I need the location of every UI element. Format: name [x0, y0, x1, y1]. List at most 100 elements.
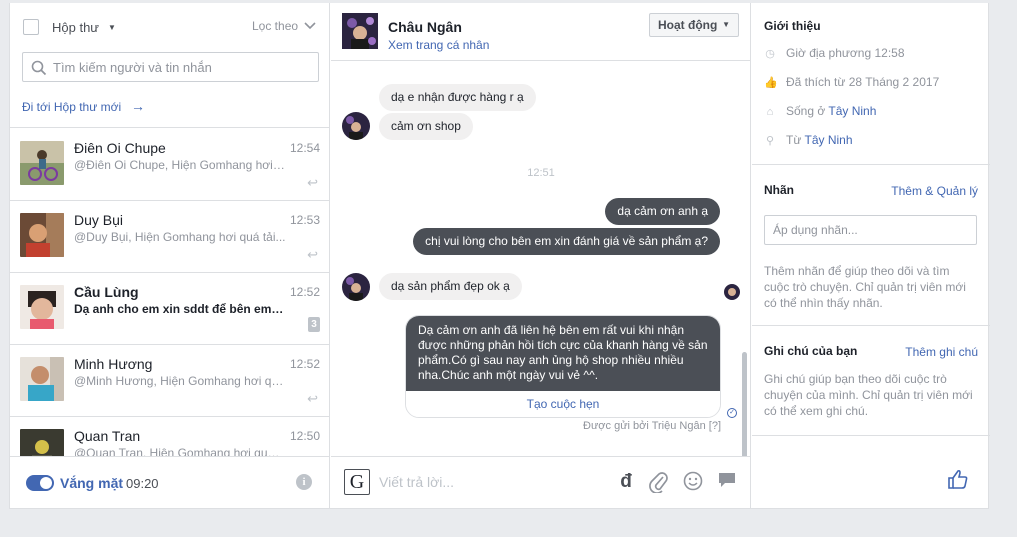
notes-description: Ghi chú giúp bạn theo dõi cuộc trò chuyệ…: [764, 372, 973, 418]
local-time-row: ◷ Giờ địa phương 12:58: [764, 46, 905, 60]
add-note-link[interactable]: Thêm ghi chú: [905, 345, 978, 359]
avatar: [20, 285, 64, 329]
search-box[interactable]: [22, 52, 319, 82]
avatar: [20, 213, 64, 257]
manage-labels-link[interactable]: Thêm & Quản lý: [891, 184, 978, 198]
conversation-preview: @Quan Tran, Hiện Gomhang hơi quá tải...: [74, 446, 286, 456]
liked-since-text: Đã thích từ 28 Tháng 2 2017: [786, 75, 940, 89]
emoji-icon[interactable]: [682, 471, 704, 493]
inbox-dropdown-label[interactable]: Hộp thư: [52, 20, 99, 35]
view-profile-link[interactable]: Xem trang cá nhân: [388, 38, 489, 52]
inbox-window: Hộp thư ▼ Lọc theo Đi tới Hộp thư mới → …: [9, 3, 990, 509]
home-icon: ⌂: [766, 106, 774, 118]
contact-avatar[interactable]: [342, 13, 378, 49]
conversation-name: Minh Hương: [74, 356, 153, 372]
sender-avatar: [342, 112, 370, 140]
inbox-header: Hộp thư ▼ Lọc theo Đi tới Hộp thư mới →: [10, 3, 330, 128]
from-prefix: Từ: [786, 133, 802, 147]
info-icon[interactable]: i: [296, 474, 312, 490]
intro-section: Giới thiệu ◷ Giờ địa phương 12:58 👍 Đã thí…: [752, 3, 990, 165]
conversation-name: Duy Bụi: [74, 212, 124, 228]
activity-button-label: Hoạt động: [658, 18, 718, 32]
notes-title: Ghi chú của bạn: [764, 344, 858, 358]
lives-in-prefix: Sống ở: [786, 104, 826, 118]
labels-title: Nhãn: [764, 183, 794, 197]
search-icon: [31, 60, 47, 76]
conversation-item[interactable]: Điên Oi Chupe 12:54 @Điên Oi Chupe, Hiện…: [10, 129, 330, 201]
conversation-item[interactable]: Quan Tran 12:50 @Quan Tran, Hiện Gomhang…: [10, 417, 330, 456]
lives-in-row: ⌂ Sống ở Tây Ninh: [764, 104, 877, 118]
sent-by-help-link[interactable]: [?]: [709, 420, 721, 432]
away-time: 09:20: [126, 476, 159, 491]
contact-name: Châu Ngân: [388, 19, 462, 35]
conversation-time: 12:54: [289, 141, 320, 155]
from-row: ⚲ Từ Tây Ninh: [764, 133, 853, 147]
sent-by-text: Được gửi bởi Triệu Ngân: [583, 420, 706, 432]
grammarly-icon[interactable]: G: [344, 469, 370, 495]
read-receipt-avatar: [724, 284, 740, 300]
delivered-check-icon: ✓: [727, 408, 737, 418]
conversation-preview: @Minh Hương, Hiện Gomhang hơi quá tải...: [74, 374, 286, 388]
location-pin-icon: ⚲: [765, 135, 775, 147]
replied-icon: ↩: [307, 175, 318, 190]
goto-new-inbox-link[interactable]: Đi tới Hộp thư mới: [22, 100, 121, 114]
availability-bar: Vắng mặt 09:20 i: [10, 456, 330, 509]
reply-input[interactable]: [379, 474, 579, 490]
conversation-item[interactable]: Duy Bụi 12:53 @Duy Bụi, Hiện Gomhang hơi…: [10, 201, 330, 273]
avatar: [20, 429, 64, 456]
from-place-link[interactable]: Tây Ninh: [805, 133, 853, 147]
caret-down-icon[interactable]: ▼: [108, 23, 116, 32]
attachment-icon[interactable]: [648, 471, 670, 494]
conversation-name: Quan Tran: [74, 428, 141, 444]
arrow-right-icon[interactable]: →: [131, 98, 145, 114]
payment-icon[interactable]: đ: [615, 471, 637, 493]
conversation-time: 12:52: [289, 357, 320, 371]
sender-avatar: [342, 273, 370, 301]
saved-replies-icon[interactable]: [716, 471, 738, 493]
thread-scrollbar[interactable]: [742, 352, 747, 456]
liked-since-row: 👍 Đã thích từ 28 Tháng 2 2017: [764, 75, 939, 89]
conversation-time: 12:53: [289, 213, 320, 227]
replied-icon: ↩: [307, 247, 318, 262]
search-input[interactable]: [53, 58, 313, 76]
sent-by-label: Được gửi bởi Triệu Ngân [?]: [583, 420, 721, 432]
conversation-time: 12:52: [289, 285, 320, 299]
labels-section: Nhãn Thêm & Quản lý Thêm nhãn để giúp th…: [752, 165, 990, 326]
message-thread-panel: Châu Ngân Xem trang cá nhân Hoạt động ▼ d…: [331, 3, 751, 509]
conversation-item[interactable]: Cầu Lùng 12:52 Dạ anh cho em xin sddt để…: [10, 273, 330, 345]
message-timestamp: 12:51: [527, 167, 555, 179]
message-list: dạ e nhận được hàng r ạ cảm ơn shop 12:5…: [331, 62, 751, 456]
conversation-list: Điên Oi Chupe 12:54 @Điên Oi Chupe, Hiện…: [10, 129, 330, 456]
avatar: [20, 141, 64, 185]
conversation-name: Điên Oi Chupe: [74, 140, 166, 156]
message-composer: G đ: [331, 456, 751, 509]
local-time-text: Giờ địa phương 12:58: [786, 46, 905, 60]
conversation-item[interactable]: Minh Hương 12:52 @Minh Hương, Hiện Gomha…: [10, 345, 330, 417]
intro-title: Giới thiệu: [764, 19, 821, 33]
select-all-checkbox[interactable]: [23, 19, 39, 35]
apply-label-input[interactable]: [764, 215, 977, 245]
lives-in-place-link[interactable]: Tây Ninh: [828, 104, 876, 118]
outgoing-message: dạ cảm ơn anh ạ: [605, 198, 720, 225]
away-toggle[interactable]: [26, 475, 54, 491]
chevron-down-icon[interactable]: [303, 19, 317, 33]
incoming-message: dạ sản phẩm đẹp ok ạ: [379, 273, 522, 300]
filter-dropdown[interactable]: Lọc theo: [252, 19, 298, 33]
notes-section: Ghi chú của bạn Thêm ghi chú Ghi chú giú…: [752, 326, 990, 436]
clock-icon: ◷: [765, 48, 775, 60]
conversation-panel: Hộp thư ▼ Lọc theo Đi tới Hộp thư mới → …: [10, 3, 330, 509]
activity-button[interactable]: Hoạt động ▼: [649, 13, 739, 37]
incoming-message: cảm ơn shop: [379, 113, 473, 140]
outgoing-message: chị vui lòng cho bên em xin đánh giá về …: [413, 228, 720, 255]
conversation-preview: @Điên Oi Chupe, Hiện Gomhang hơi quá tải…: [74, 158, 286, 172]
card-text: Dạ cảm ơn anh đã liên hệ bên em rất vui …: [406, 316, 720, 391]
incoming-message: dạ e nhận được hàng r ạ: [379, 84, 536, 111]
like-icon: 👍: [764, 77, 778, 89]
caret-down-icon: ▼: [722, 20, 730, 29]
thread-header: Châu Ngân Xem trang cá nhân Hoạt động ▼: [331, 3, 751, 61]
unread-count-badge: 3: [308, 317, 320, 332]
conversation-preview: Dạ anh cho em xin sddt để bên em liên hệ: [74, 302, 286, 316]
labels-description: Thêm nhãn để giúp theo dõi và tìm cuộc t…: [764, 264, 966, 310]
outgoing-card-message: Dạ cảm ơn anh đã liên hệ bên em rất vui …: [405, 315, 721, 418]
create-appointment-button[interactable]: Tạo cuộc hẹn: [406, 391, 720, 417]
